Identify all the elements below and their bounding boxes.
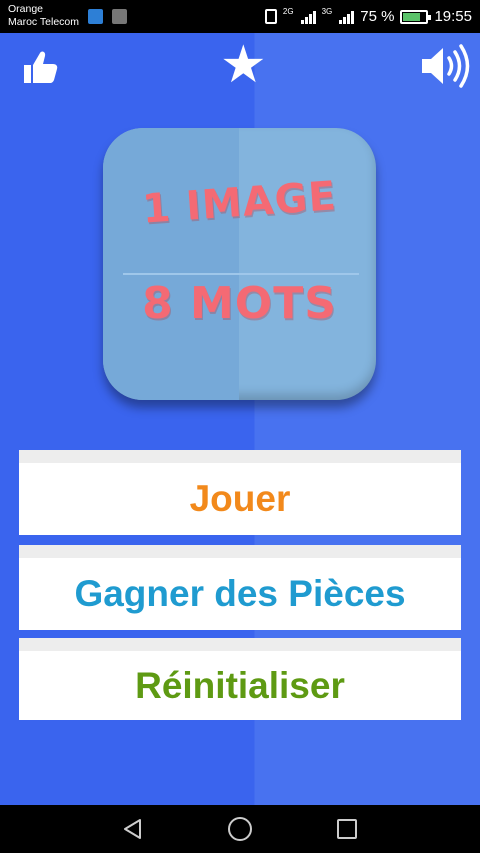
carrier-name: Orange Maroc Telecom	[8, 3, 79, 29]
home-screen: ★ 1 IMAGE 8 MOTS Jouer Gagner des Pièces…	[0, 33, 480, 805]
star-icon[interactable]: ★	[220, 39, 267, 91]
logo-title-line-1: 1 IMAGE	[140, 173, 339, 233]
notification-image-icon	[112, 9, 127, 24]
status-bar: Orange Maroc Telecom 2G 3G 75 % 19:55	[0, 0, 480, 33]
notification-share-icon	[88, 9, 103, 24]
reset-button[interactable]: Réinitialiser	[19, 638, 461, 720]
vibrate-icon	[264, 9, 277, 24]
network-type-2: 3G	[321, 7, 333, 16]
signal-icon	[300, 9, 316, 24]
earn-coins-button[interactable]: Gagner des Pièces	[19, 545, 461, 630]
recent-apps-icon[interactable]	[337, 819, 357, 839]
network-type-1: 2G	[282, 7, 294, 16]
back-icon[interactable]	[122, 818, 144, 840]
play-button[interactable]: Jouer	[19, 450, 461, 535]
signal-icon-2	[339, 9, 355, 24]
speaker-icon[interactable]	[418, 43, 470, 89]
battery-percent: 75 %	[360, 8, 395, 25]
logo-title-line-2: 8 MOTS	[142, 278, 337, 329]
carrier-line-1: Orange	[8, 3, 44, 15]
logo-divider	[123, 273, 359, 275]
battery-icon	[400, 9, 432, 24]
navigation-bar	[0, 805, 480, 853]
thumbs-up-icon[interactable]	[20, 47, 60, 87]
home-icon[interactable]	[228, 817, 252, 841]
carrier-line-2: Maroc Telecom	[8, 16, 79, 28]
clock: 19:55	[434, 8, 472, 25]
game-logo: 1 IMAGE 8 MOTS	[103, 128, 376, 400]
